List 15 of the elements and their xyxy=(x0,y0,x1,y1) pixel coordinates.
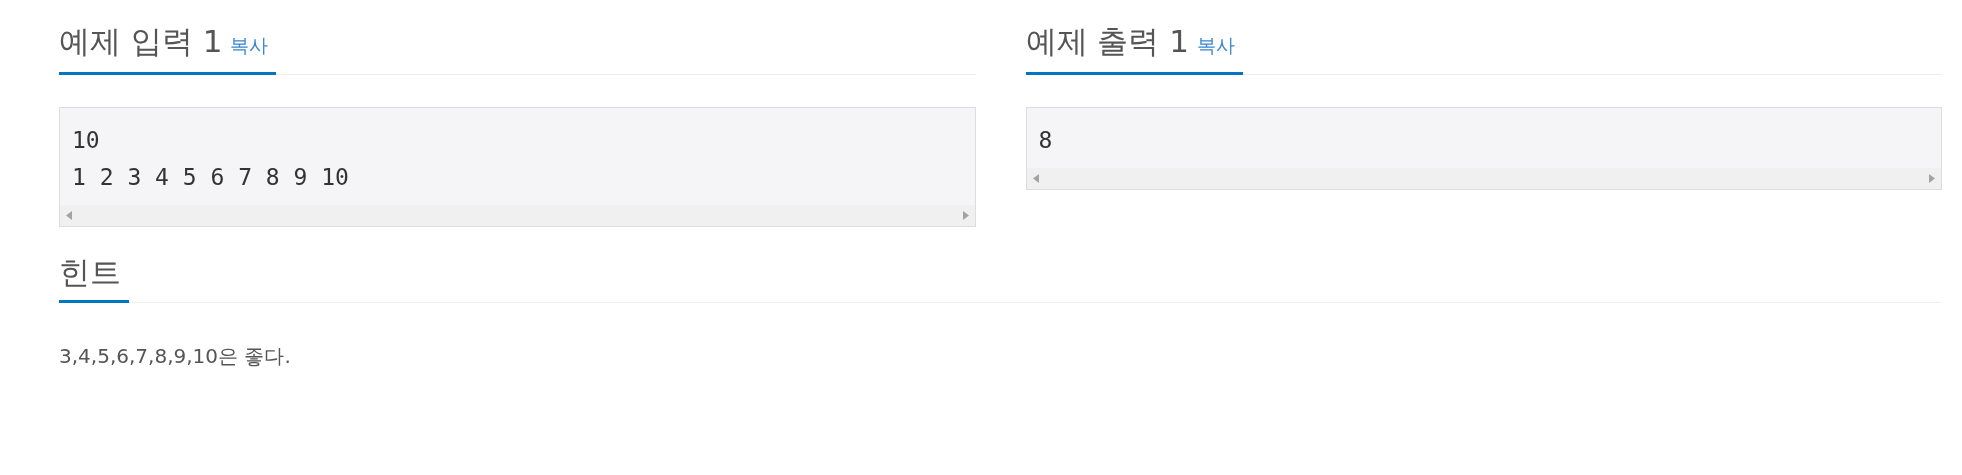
scroll-right-icon[interactable] xyxy=(1929,173,1935,183)
section-title: 예제 입력 1 xyxy=(59,26,223,57)
horizontal-scrollbar[interactable] xyxy=(60,204,975,226)
copy-link[interactable]: 복사 xyxy=(1196,31,1235,60)
horizontal-scrollbar[interactable] xyxy=(1026,167,1941,189)
scroll-left-icon[interactable] xyxy=(1032,173,1039,183)
section-title: 힌트 xyxy=(59,256,121,288)
copy-link[interactable]: 복사 xyxy=(230,31,269,60)
code-line: 8 xyxy=(1038,125,1053,155)
scroll-left-icon[interactable] xyxy=(66,210,72,220)
hint-text: 3,4,5,6,7,8,9,10은 좋다. xyxy=(59,342,291,370)
scroll-right-icon[interactable] xyxy=(962,210,969,220)
section-title: 예제 출력 1 xyxy=(1025,26,1189,57)
code-line: 10 xyxy=(72,125,100,155)
code-line: 1 2 3 4 5 6 7 8 9 10 xyxy=(72,162,349,192)
